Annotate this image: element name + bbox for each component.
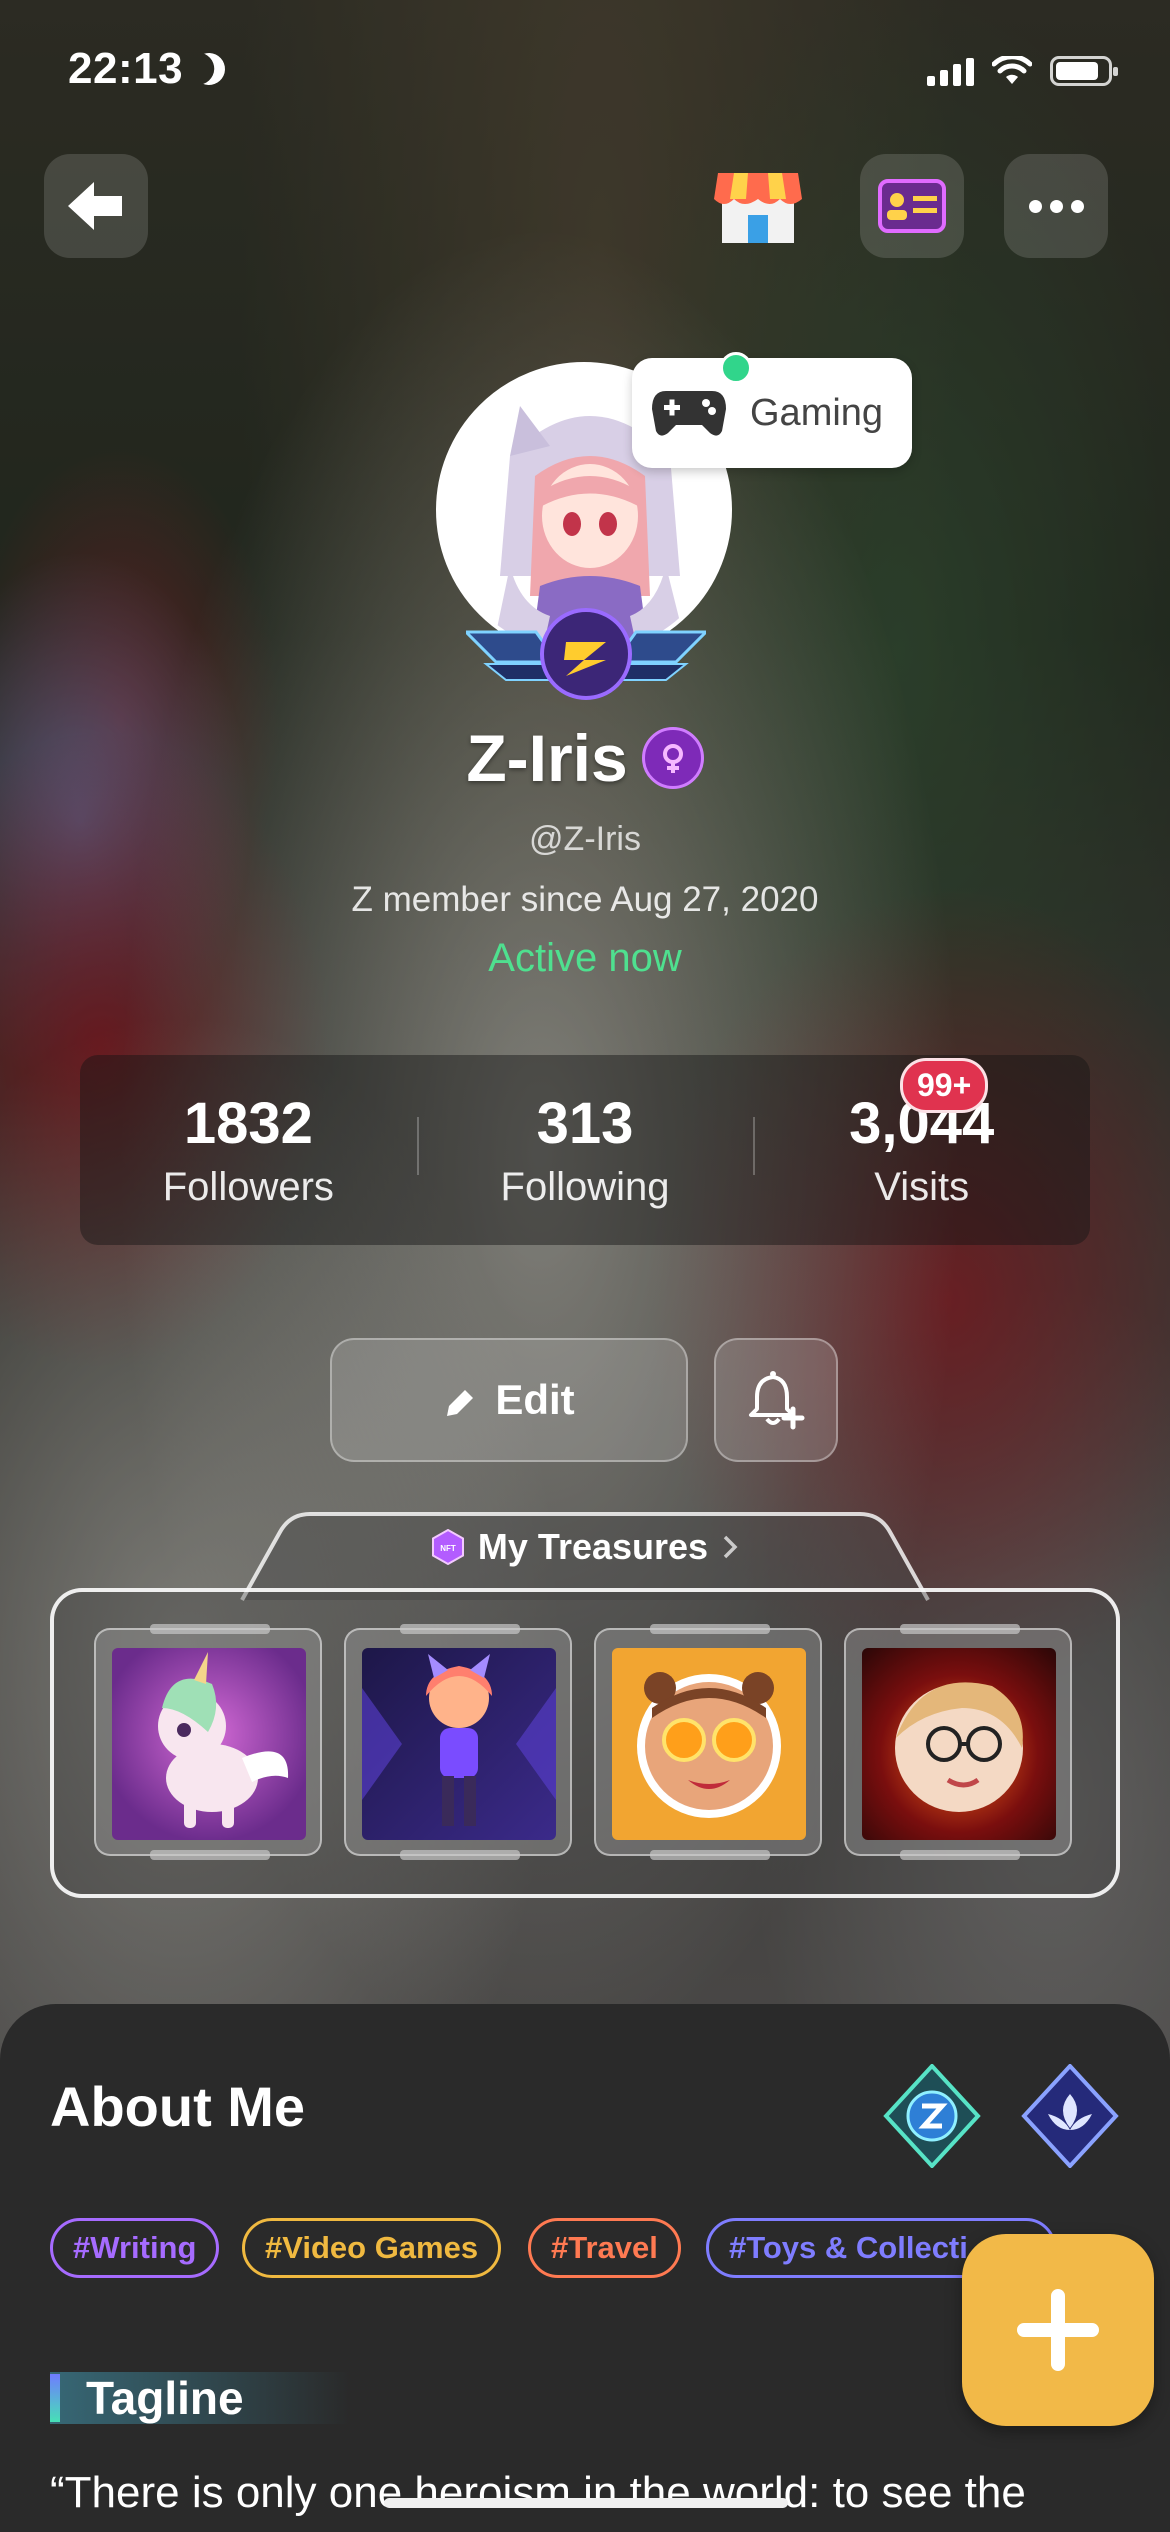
follow-notify-button[interactable]	[714, 1338, 838, 1462]
create-post-button[interactable]	[962, 2234, 1154, 2426]
gamepad-icon	[652, 391, 726, 436]
profile-name-row: Z-Iris	[0, 720, 1170, 796]
girl-with-glasses-fire-icon	[895, 1682, 1023, 1812]
lotus-emblem-badge-icon[interactable]	[1018, 2064, 1122, 2168]
shop-icon	[714, 173, 802, 243]
profile-screen: 22:13 Gaming Z-Iris @Z-Iris Z member sin…	[0, 0, 1170, 2532]
chevron-right-icon	[723, 1535, 738, 1559]
shop-button[interactable]	[706, 154, 810, 258]
bell-plus-icon	[749, 1371, 805, 1430]
id-card-button[interactable]	[860, 154, 964, 258]
tag-travel[interactable]: #Travel	[528, 2218, 681, 2278]
home-indicator[interactable]	[384, 2498, 788, 2508]
nft-hexagon-icon: NFT	[431, 1529, 464, 1565]
cat-girl-figure-icon	[362, 1654, 556, 1826]
tagline-heading: Tagline	[50, 2372, 350, 2424]
edit-profile-button[interactable]: Edit	[330, 1338, 688, 1462]
more-dots-icon	[1028, 199, 1084, 213]
wifi-icon	[992, 56, 1032, 84]
pencil-icon	[447, 1390, 474, 1416]
treasure-item-fire-glasses[interactable]	[844, 1624, 1072, 1860]
online-indicator	[720, 352, 752, 384]
treasure-item-cat-girl[interactable]	[344, 1624, 572, 1860]
presence-status: Active now	[488, 936, 682, 980]
stat-following[interactable]: 313 Following	[416, 1055, 754, 1245]
girl-with-orange-slices-icon	[637, 1672, 781, 1818]
activity-status-label: Gaming	[750, 391, 884, 434]
moon-icon	[189, 48, 230, 89]
arrow-left-icon	[68, 182, 122, 230]
plus-icon	[1017, 2289, 1099, 2371]
tagline-quote: “There is only one heroism in the world:…	[50, 2468, 1026, 2517]
signal-icon	[927, 56, 974, 86]
tag-video-games[interactable]: #Video Games	[242, 2218, 502, 2278]
tag-writing[interactable]: #Writing	[50, 2218, 220, 2278]
treasure-item-orange-eyes[interactable]	[594, 1624, 822, 1860]
my-treasures-link[interactable]: NFT My Treasures	[0, 1526, 1170, 1568]
more-button[interactable]	[1004, 154, 1108, 258]
z-emblem-badge-icon[interactable]	[880, 2064, 984, 2168]
status-icons	[927, 56, 1118, 86]
id-card-icon	[878, 179, 946, 233]
svg-text:NFT: NFT	[440, 1544, 456, 1553]
stat-followers[interactable]: 1832 Followers	[80, 1055, 417, 1245]
female-gender-icon	[641, 727, 704, 789]
about-me-heading: About Me	[50, 2075, 306, 2138]
activity-status-bubble[interactable]: Gaming	[632, 352, 912, 468]
battery-icon	[1050, 56, 1118, 86]
avatar-frame-badge-icon	[466, 608, 706, 700]
member-since: Z member since Aug 27, 2020	[351, 880, 819, 919]
status-time: 22:13	[68, 44, 225, 94]
profile-handle: @Z-Iris	[529, 820, 641, 858]
profile-name: Z-Iris	[466, 721, 628, 795]
treasure-item-unicorn[interactable]	[94, 1624, 322, 1860]
back-button[interactable]	[44, 154, 148, 258]
unicorn-icon	[158, 1652, 289, 1828]
visits-count-badge: 99+	[900, 1058, 989, 1113]
